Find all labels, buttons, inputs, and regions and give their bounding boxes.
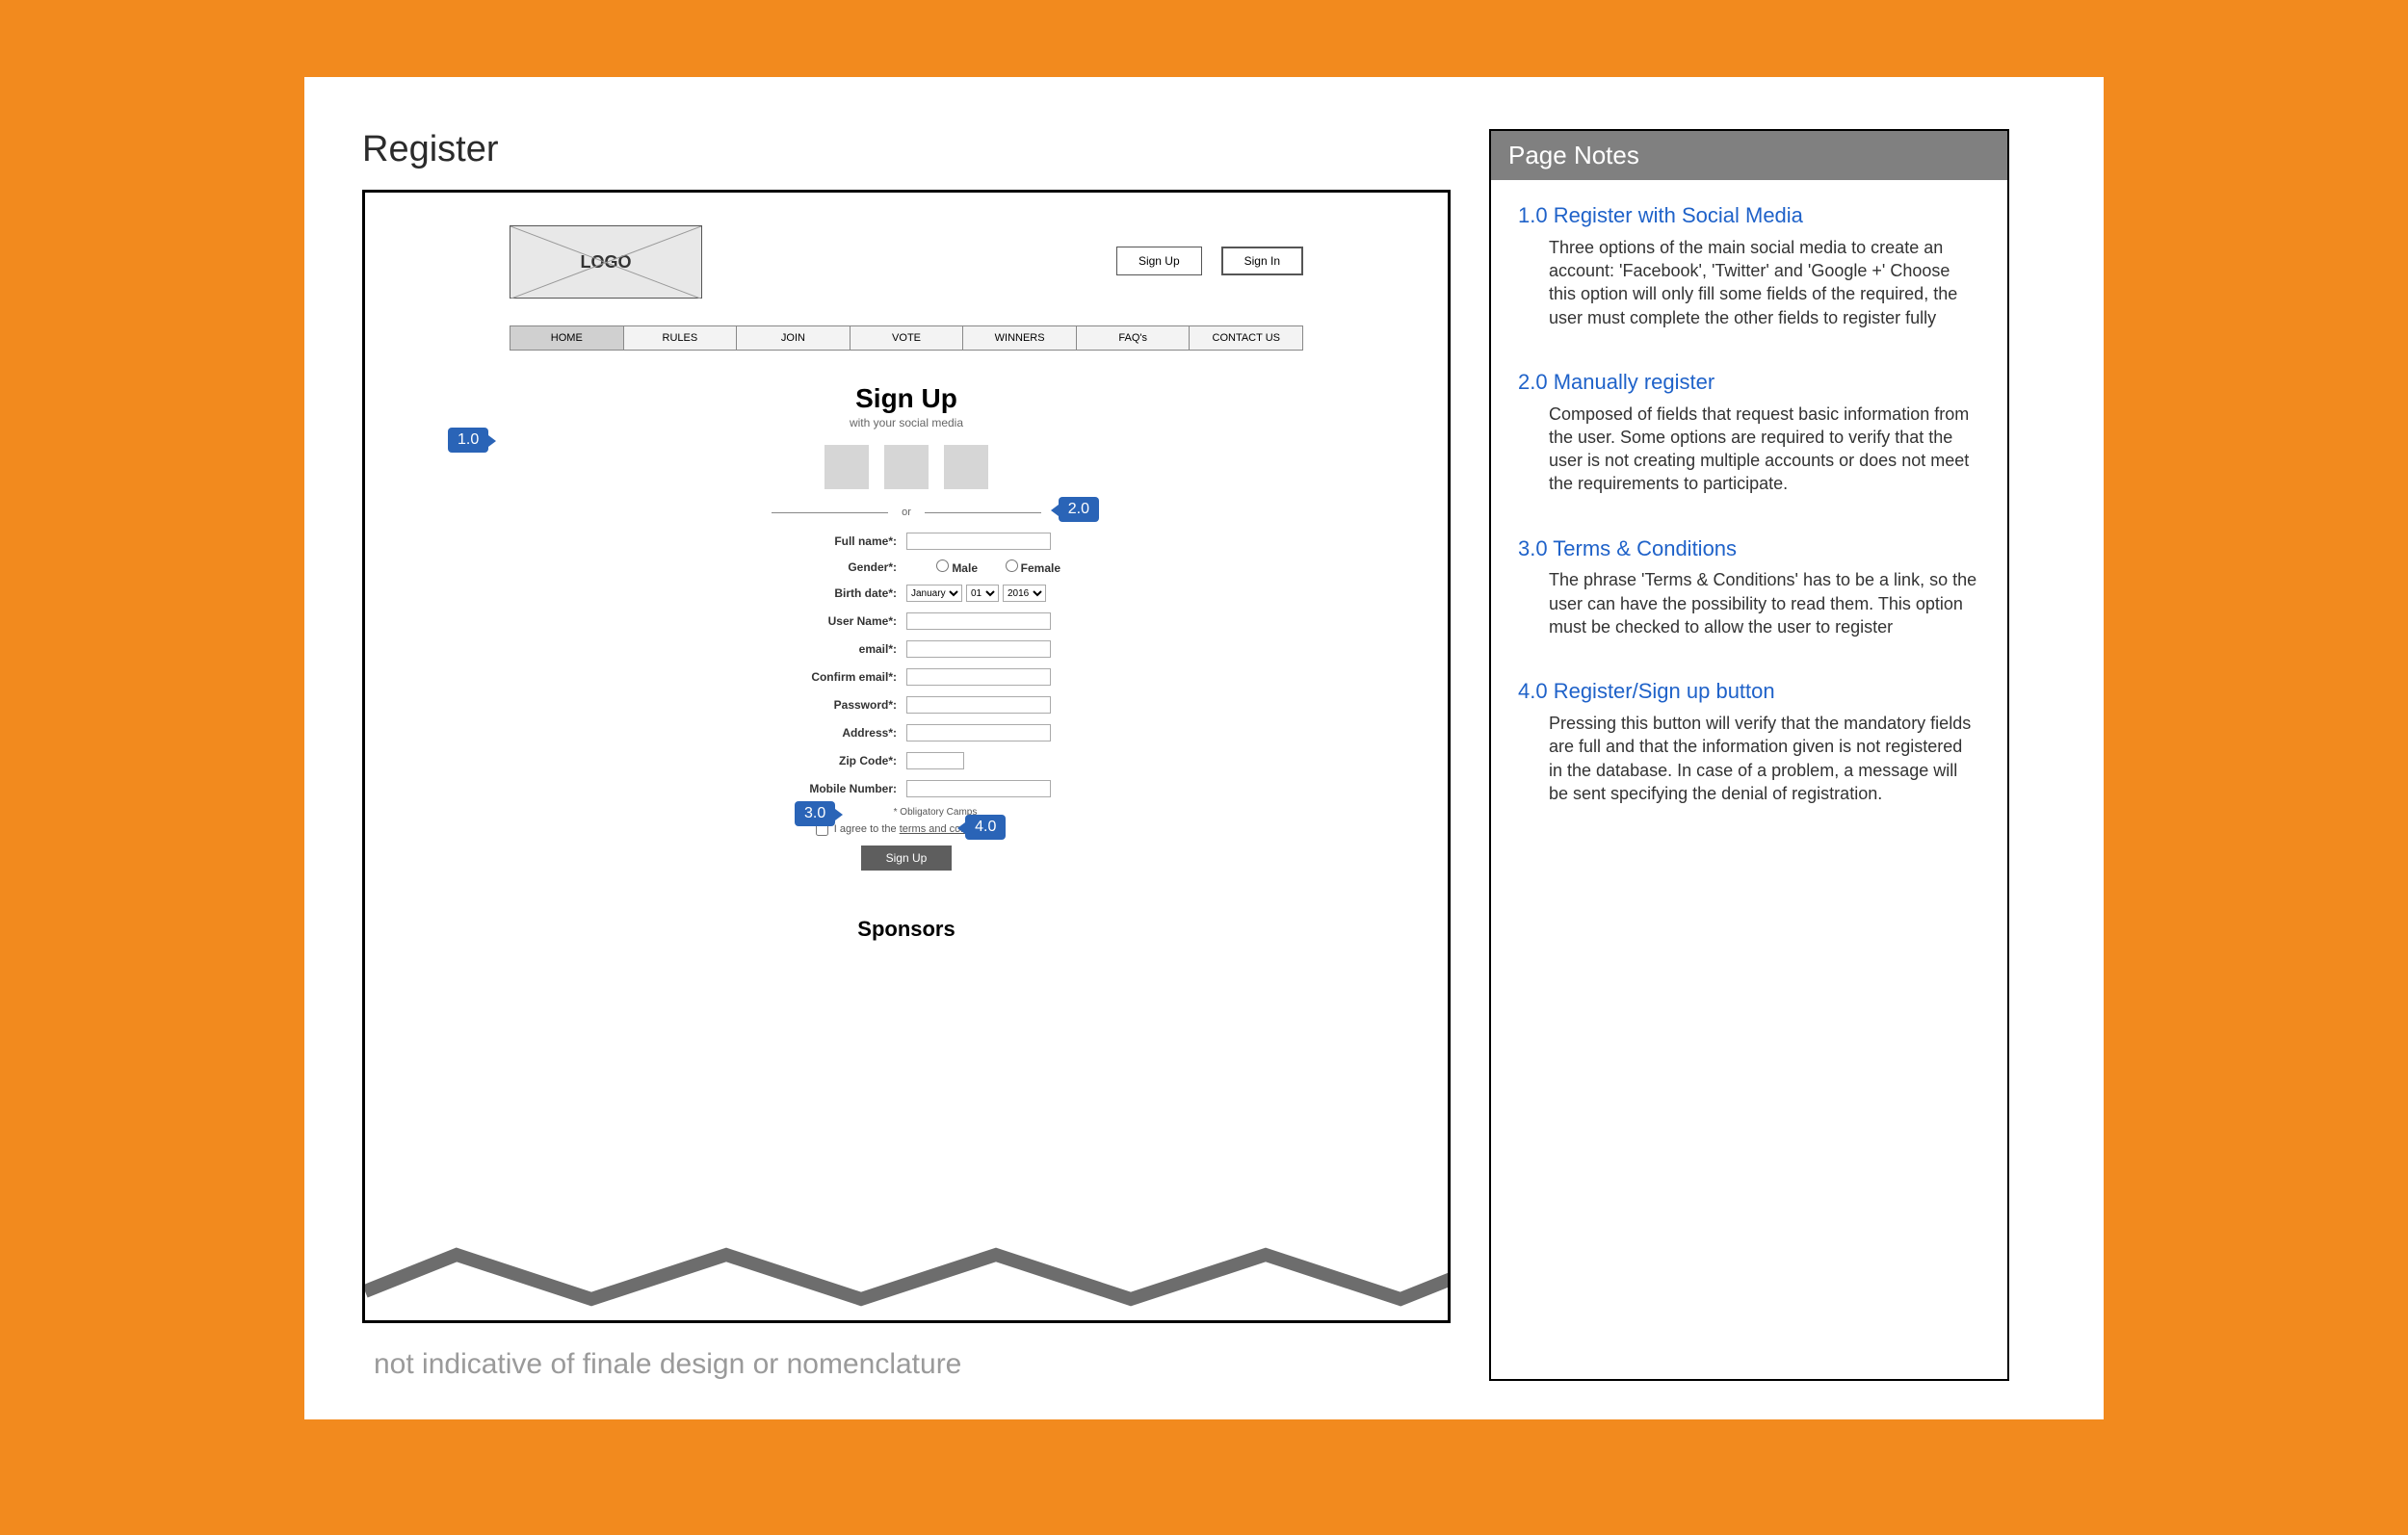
note-body-4: Pressing this button will verify that th…	[1518, 712, 1980, 805]
input-address[interactable]	[906, 724, 1051, 741]
input-username[interactable]	[906, 612, 1051, 630]
label-email: email*:	[752, 642, 897, 656]
select-birth-month[interactable]: January	[906, 585, 962, 602]
disclaimer-text: not indicative of finale design or nomen…	[362, 1348, 1451, 1381]
social-googleplus-button[interactable]	[944, 445, 988, 489]
note-block-1: 1.0 Register with Social Media Three opt…	[1518, 201, 1980, 329]
radio-female[interactable]	[1006, 559, 1018, 572]
callout-2: 2.0	[1059, 497, 1099, 522]
note-block-2: 2.0 Manually register Composed of fields…	[1518, 368, 1980, 496]
callout-3: 3.0	[795, 801, 835, 826]
divider-or: or	[902, 507, 911, 518]
main-nav: HOME RULES JOIN VOTE WINNERS FAQ's CONTA…	[510, 325, 1303, 351]
label-gender: Gender*:	[752, 560, 897, 574]
note-block-3: 3.0 Terms & Conditions The phrase 'Terms…	[1518, 534, 1980, 639]
note-title-4: 4.0 Register/Sign up button	[1518, 677, 1980, 706]
note-title-3: 3.0 Terms & Conditions	[1518, 534, 1980, 563]
select-birth-day[interactable]: 01	[966, 585, 999, 602]
signup-subheading: with your social media	[510, 416, 1303, 429]
note-body-3: The phrase 'Terms & Conditions' has to b…	[1518, 568, 1980, 638]
logo-placeholder: LOGO	[510, 225, 702, 299]
header-signup-button[interactable]: Sign Up	[1116, 247, 1202, 275]
label-full-name: Full name*:	[752, 534, 897, 548]
nav-winners[interactable]: WINNERS	[963, 326, 1077, 350]
note-title-1: 1.0 Register with Social Media	[1518, 201, 1980, 230]
page-notes-panel: Page Notes 1.0 Register with Social Medi…	[1489, 129, 2009, 1381]
label-address: Address*:	[752, 726, 897, 740]
note-title-2: 2.0 Manually register	[1518, 368, 1980, 397]
document-canvas: Register LOGO Sign Up Sign	[304, 77, 2104, 1419]
select-birth-year[interactable]: 2016	[1003, 585, 1046, 602]
nav-contact[interactable]: CONTACT US	[1190, 326, 1302, 350]
label-confirm-email: Confirm email*:	[752, 670, 897, 684]
label-username: User Name*:	[752, 614, 897, 628]
input-mobile[interactable]	[906, 780, 1051, 797]
input-confirm-email[interactable]	[906, 668, 1051, 686]
signup-heading: Sign Up	[510, 383, 1303, 414]
label-zip: Zip Code*:	[752, 754, 897, 768]
wireframe-column: Register LOGO Sign Up Sign	[362, 129, 1451, 1381]
radio-female-wrap[interactable]: Female	[989, 559, 1060, 575]
sponsors-heading: Sponsors	[510, 917, 1303, 942]
note-body-2: Composed of fields that request basic in…	[1518, 403, 1980, 496]
nav-rules[interactable]: RULES	[624, 326, 738, 350]
torn-edge-icon	[365, 1243, 1451, 1320]
social-twitter-button[interactable]	[884, 445, 929, 489]
callout-1: 1.0	[448, 428, 488, 453]
signup-submit-button[interactable]: Sign Up	[861, 846, 953, 871]
note-block-4: 4.0 Register/Sign up button Pressing thi…	[1518, 677, 1980, 805]
input-email[interactable]	[906, 640, 1051, 658]
nav-home[interactable]: HOME	[510, 326, 624, 350]
radio-male[interactable]	[936, 559, 949, 572]
label-mobile: Mobile Number:	[752, 782, 897, 795]
input-zip[interactable]	[906, 752, 964, 769]
social-facebook-button[interactable]	[824, 445, 869, 489]
header-signin-button[interactable]: Sign In	[1221, 247, 1303, 275]
note-body-1: Three options of the main social media t…	[1518, 236, 1980, 329]
wireframe-frame: LOGO Sign Up Sign In HOME RULES JOIN VOT…	[362, 190, 1451, 1323]
nav-vote[interactable]: VOTE	[851, 326, 964, 350]
label-password: Password*:	[752, 698, 897, 712]
input-password[interactable]	[906, 696, 1051, 714]
nav-join[interactable]: JOIN	[737, 326, 851, 350]
obligatory-note: * Obligatory Camps	[810, 807, 1060, 818]
radio-male-wrap[interactable]: Male	[906, 559, 978, 575]
label-birthdate: Birth date*:	[752, 586, 897, 600]
nav-faqs[interactable]: FAQ's	[1077, 326, 1191, 350]
page-title: Register	[362, 129, 1451, 170]
page-notes-header: Page Notes	[1491, 131, 2007, 180]
callout-4: 4.0	[965, 815, 1006, 840]
input-full-name[interactable]	[906, 533, 1051, 550]
